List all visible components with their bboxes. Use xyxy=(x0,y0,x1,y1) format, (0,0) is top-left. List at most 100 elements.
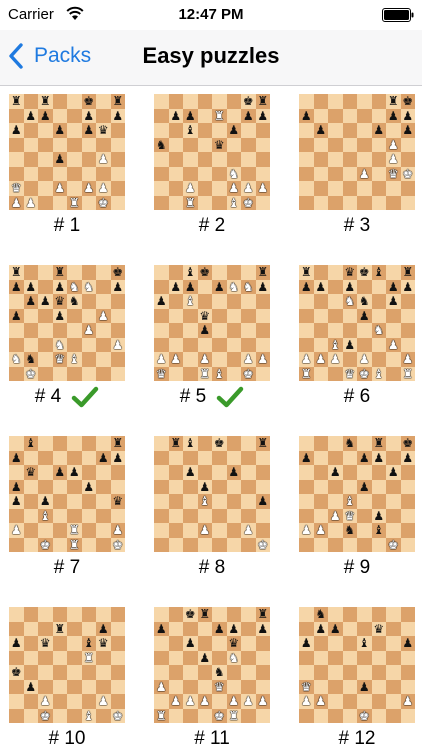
board-square xyxy=(313,166,328,181)
puzzle-board[interactable]: ♝ ♜ ♟ ♟ ♟ ♛ ♟ ♟ ♟ ♟ ♟ ♟ ♛ ♝ ♟ ♜ ♟ ♚ ♜ ♚ xyxy=(9,436,125,552)
black-bishop-icon: ♝ xyxy=(373,523,385,538)
puzzle-tile[interactable]: ♜ ♜ ♚ ♟ ♟ ♟ ♞ ♞ ♟ ♟ ♟ ♛ ♞ ♟ ♟ ♟ ♟ ♞ ♟ ♞ ♞ ♛ ♝ ♚ # 4 xyxy=(9,265,125,425)
puzzle-board[interactable]: ♞ ♟ ♟ ♛ ♟ ♝ ♟ ♛ ♟ ♟ ♟ ♟ ♚ xyxy=(299,607,415,723)
white-pawn-icon: ♟ xyxy=(387,152,399,167)
board-square xyxy=(168,607,183,622)
board-square xyxy=(110,123,125,138)
board-square: ♟ xyxy=(241,523,256,538)
board-square xyxy=(52,479,67,494)
board-square: ♟ xyxy=(9,195,24,210)
puzzle-board[interactable]: ♞ ♜ ♚ ♟ ♟ ♟ ♟ ♟ ♟ ♟ ♝ ♟ ♛ ♟ ♟ ♟ ♞ ♝ ♚ xyxy=(299,436,415,552)
board-square xyxy=(154,537,169,552)
board-square xyxy=(52,708,67,723)
board-square xyxy=(38,621,53,636)
board-square: ♟ xyxy=(342,337,357,352)
black-pawn-icon: ♟ xyxy=(83,479,95,494)
board-square xyxy=(81,679,96,694)
puzzle-number: # 2 xyxy=(198,215,226,236)
board-square xyxy=(38,279,53,294)
puzzle-board[interactable]: ♜ ♟ ♟ ♛ ♝ ♛ ♜ ♚ ♟ ♟ ♟ ♚ ♝ ♚ xyxy=(9,607,125,723)
black-rook-icon: ♜ xyxy=(112,94,124,109)
board-square xyxy=(197,279,212,294)
board-square xyxy=(197,294,212,309)
puzzle-board[interactable]: ♜ ♜ ♚ ♜ ♟ ♟ ♟ ♟ ♟ ♟ ♟ ♛ ♟ ♟ ♛ ♟ ♟ ♟ ♟ ♟ ♜ ♚ xyxy=(9,94,125,210)
puzzle-tile[interactable]: ♜ ♝ ♚ ♜ ♟ ♟ ♟ ♝ ♟ ♟ ♟ ♚ # 8 xyxy=(154,436,270,596)
puzzle-tile[interactable]: ♜ ♛ ♚ ♝ ♜ ♟ ♟ ♟ ♟ ♟ ♞ ♞ ♟ ♟ ♞ ♝ ♟ ♟ ♟ ♟ ♟ ♟ ♟ ♜ ♛ ♚ ♝ ♜ # 6 xyxy=(299,265,415,425)
board-square xyxy=(212,508,227,523)
white-queen-icon: ♛ xyxy=(387,166,399,181)
puzzle-board[interactable]: ♝ ♚ ♜ ♟ ♟ ♟ ♞ ♞ ♟ ♟ ♝ ♛ ♟ ♟ ♟ ♟ ♟ ♟ ♛ ♜ ♝ ♚ xyxy=(154,265,270,381)
board-square xyxy=(328,152,343,167)
board-square xyxy=(38,265,53,280)
white-rook-icon: ♜ xyxy=(68,523,80,538)
board-square: ♟ xyxy=(400,636,415,651)
board-square xyxy=(226,479,241,494)
board-square: ♟ xyxy=(357,450,372,465)
puzzle-tile[interactable]: ♝ ♚ ♜ ♟ ♟ ♟ ♞ ♞ ♟ ♟ ♝ ♛ ♟ ♟ ♟ ♟ ♟ ♟ ♛ ♜ ♝ ♚ # 5 xyxy=(154,265,270,425)
black-bishop-icon: ♝ xyxy=(25,436,37,451)
board-square: ♞ xyxy=(212,665,227,680)
board-square xyxy=(197,465,212,480)
board-square: ♟ xyxy=(299,694,314,709)
board-square xyxy=(328,636,343,651)
board-square xyxy=(241,123,256,138)
white-pawn-icon: ♟ xyxy=(83,323,95,338)
puzzle-tile[interactable]: ♚ ♜ ♜ ♟ ♟ ♟ ♟ ♟ ♛ ♟ ♞ ♞ ♟ ♛ ♟ ♟ ♟ ♟ ♟ ♟ ♜ ♚ ♜ # 11 xyxy=(154,607,270,750)
board-square: ♜ xyxy=(154,708,169,723)
puzzle-tile[interactable]: ♚ ♜ ♟ ♟ ♜ ♟ ♟ ♝ ♟ ♞ ♛ ♞ ♟ ♟ ♟ ♟ ♜ ♝ ♚ # 2 xyxy=(154,94,270,254)
puzzle-board[interactable]: ♚ ♜ ♜ ♟ ♟ ♟ ♟ ♟ ♛ ♟ ♞ ♞ ♟ ♛ ♟ ♟ ♟ ♟ ♟ ♟ ♜ ♚ ♜ xyxy=(154,607,270,723)
board-square: ♜ xyxy=(67,523,82,538)
board-square: ♝ xyxy=(371,265,386,280)
board-square xyxy=(241,137,256,152)
black-pawn-icon: ♟ xyxy=(10,123,22,138)
puzzle-board[interactable]: ♜ ♚ ♟ ♟ ♟ ♟ ♟ ♟ ♟ ♟ ♟ ♛ ♚ xyxy=(299,94,415,210)
white-rook-icon: ♜ xyxy=(213,108,225,123)
board-square: ♟ xyxy=(371,450,386,465)
board-square xyxy=(371,636,386,651)
board-square xyxy=(183,137,198,152)
board-square xyxy=(371,708,386,723)
board-square xyxy=(371,94,386,109)
board-square xyxy=(168,479,183,494)
board-square: ♟ xyxy=(183,181,198,196)
puzzle-tile[interactable]: ♜ ♜ ♚ ♜ ♟ ♟ ♟ ♟ ♟ ♟ ♟ ♛ ♟ ♟ ♛ ♟ ♟ ♟ ♟ ♟ ♜ ♚ # 1 xyxy=(9,94,125,254)
board-square xyxy=(197,152,212,167)
board-square xyxy=(226,450,241,465)
board-square: ♟ xyxy=(400,450,415,465)
board-square: ♟ xyxy=(52,123,67,138)
board-square: ♜ xyxy=(52,621,67,636)
black-pawn-icon: ♟ xyxy=(25,108,37,123)
board-square xyxy=(197,337,212,352)
board-square: ♟ xyxy=(81,323,96,338)
board-square xyxy=(96,494,111,509)
puzzle-board[interactable]: ♜ ♝ ♚ ♜ ♟ ♟ ♟ ♝ ♟ ♟ ♟ ♚ xyxy=(154,436,270,552)
board-square xyxy=(183,650,198,665)
puzzle-tile[interactable]: ♝ ♜ ♟ ♟ ♟ ♛ ♟ ♟ ♟ ♟ ♟ ♟ ♛ ♝ ♟ ♜ ♟ ♚ ♜ ♚ # 7 xyxy=(9,436,125,596)
puzzle-tile[interactable]: ♞ ♟ ♟ ♛ ♟ ♝ ♟ ♛ ♟ ♟ ♟ ♟ ♚ # 12 xyxy=(299,607,415,750)
board-square xyxy=(38,479,53,494)
puzzle-board[interactable]: ♜ ♛ ♚ ♝ ♜ ♟ ♟ ♟ ♟ ♟ ♞ ♞ ♟ ♟ ♞ ♝ ♟ ♟ ♟ ♟ ♟ ♟ ♟ ♜ ♛ ♚ ♝ ♜ xyxy=(299,265,415,381)
board-square: ♜ xyxy=(168,436,183,451)
board-square xyxy=(255,679,270,694)
board-square xyxy=(313,265,328,280)
puzzle-board[interactable]: ♚ ♜ ♟ ♟ ♜ ♟ ♟ ♝ ♟ ♞ ♛ ♞ ♟ ♟ ♟ ♟ ♜ ♝ ♚ xyxy=(154,94,270,210)
board-square xyxy=(328,181,343,196)
puzzle-tile[interactable]: ♜ ♟ ♟ ♛ ♝ ♛ ♜ ♚ ♟ ♟ ♟ ♚ ♝ ♚ # 10 xyxy=(9,607,125,750)
white-pawn-icon: ♟ xyxy=(184,694,196,709)
board-square xyxy=(81,465,96,480)
board-square xyxy=(183,621,198,636)
black-queen-icon: ♛ xyxy=(39,636,51,651)
board-square xyxy=(357,508,372,523)
puzzle-board[interactable]: ♜ ♜ ♚ ♟ ♟ ♟ ♞ ♞ ♟ ♟ ♟ ♛ ♞ ♟ ♟ ♟ ♟ ♞ ♟ ♞ ♞ ♛ ♝ ♚ xyxy=(9,265,125,381)
board-square xyxy=(67,108,82,123)
board-square xyxy=(313,152,328,167)
white-rook-icon: ♜ xyxy=(199,366,211,381)
board-square xyxy=(38,523,53,538)
board-square: ♟ xyxy=(52,181,67,196)
puzzle-tile[interactable]: ♜ ♚ ♟ ♟ ♟ ♟ ♟ ♟ ♟ ♟ ♟ ♛ ♚ # 3 xyxy=(299,94,415,254)
board-square xyxy=(52,694,67,709)
white-knight-icon: ♞ xyxy=(344,294,356,309)
board-square xyxy=(67,650,82,665)
puzzle-tile[interactable]: ♞ ♜ ♚ ♟ ♟ ♟ ♟ ♟ ♟ ♟ ♝ ♟ ♛ ♟ ♟ ♟ ♞ ♝ ♚ # 9 xyxy=(299,436,415,596)
black-bishop-icon: ♝ xyxy=(184,265,196,280)
